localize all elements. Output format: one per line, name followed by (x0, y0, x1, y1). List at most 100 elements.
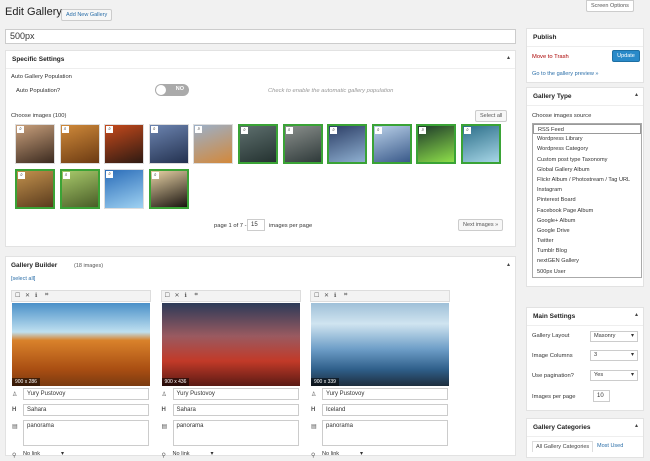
zoom-icon[interactable]: ⌕ (151, 172, 159, 179)
link-icon: ⚲ (12, 453, 17, 459)
layout-select[interactable]: Masonry (590, 331, 638, 342)
image-thumbnail[interactable]: ⌕ (59, 169, 100, 209)
collapse-icon[interactable]: ▴ (635, 422, 638, 429)
source-option[interactable]: Google+ Album (533, 216, 641, 226)
zoom-icon[interactable]: ⌕ (106, 171, 114, 178)
add-new-gallery-button[interactable]: Add New Gallery (61, 9, 113, 21)
gallery-title-input[interactable]: 500px (5, 29, 516, 44)
image-thumbnail[interactable]: ⌕ (148, 124, 189, 164)
auto-population-toggle[interactable]: NO (155, 84, 189, 96)
link-select[interactable]: No link (23, 450, 67, 461)
author-field[interactable]: Yury Pustovoy (23, 388, 149, 400)
crop-icon[interactable]: ⌗ (45, 292, 48, 299)
auto-population-hint: Check to enable the automatic gallery po… (268, 88, 394, 94)
description-field[interactable]: panorama (322, 420, 448, 446)
zoom-icon[interactable]: ⌕ (464, 127, 471, 134)
image-thumbnail[interactable]: ⌕ (59, 124, 100, 164)
source-option[interactable]: Instagram (533, 185, 641, 195)
zoom-icon[interactable]: ⌕ (17, 126, 24, 133)
image-thumbnail[interactable]: ⌕ (461, 124, 501, 164)
select-all-button[interactable]: Select all (475, 110, 508, 122)
images-source-dropdown[interactable]: RSS Feed Wordpress Library Wordpress Cate… (532, 123, 642, 278)
collapse-icon[interactable]: ▴ (507, 261, 510, 268)
move-to-trash-link[interactable]: Move to Trash (532, 54, 569, 60)
tab-most-used[interactable]: Most Used (597, 443, 623, 449)
image-thumbnail[interactable]: ⌕ (148, 169, 189, 209)
zoom-icon[interactable]: ⌕ (285, 127, 293, 134)
zoom-icon[interactable]: ⌕ (241, 127, 248, 134)
per-page-input[interactable]: 15 (247, 219, 265, 231)
zoom-icon[interactable]: ⌕ (106, 126, 114, 133)
title-field[interactable]: Iceland (322, 404, 448, 416)
delete-icon[interactable]: ✕ (324, 292, 329, 299)
image-thumbnail[interactable]: ⌕ (371, 124, 412, 164)
source-option[interactable]: Twitter (533, 236, 641, 246)
update-button[interactable]: Update (612, 50, 640, 62)
delete-icon[interactable]: ✕ (175, 292, 180, 299)
title-field[interactable]: Sahara (23, 404, 149, 416)
gallery-preview-link[interactable]: Go to the gallery preview » (532, 71, 599, 77)
zoom-icon[interactable]: ⌕ (330, 127, 338, 134)
link-select[interactable]: No link (173, 450, 217, 461)
source-option[interactable]: Custom post type Taxonomy (533, 155, 641, 165)
source-option[interactable]: Tumblr Blog (533, 246, 641, 256)
collapse-icon[interactable]: ▴ (635, 311, 638, 318)
zoom-icon[interactable]: ⌕ (61, 126, 69, 133)
pagination-select[interactable]: Yes (590, 370, 638, 381)
collapse-icon[interactable]: ▴ (635, 91, 638, 98)
info-icon[interactable]: ℹ (35, 292, 37, 299)
delete-icon[interactable]: ✕ (25, 292, 30, 299)
image-thumbnail[interactable]: ⌕ (15, 124, 55, 164)
author-field[interactable]: Yury Pustovoy (172, 388, 299, 400)
source-option[interactable]: Flickr Album / Photostream / Tag URL (533, 175, 641, 185)
zoom-icon[interactable]: ⌕ (18, 172, 25, 179)
source-option[interactable]: Global Gallery Album (533, 165, 641, 175)
image-thumbnail[interactable]: ⌕ (327, 124, 368, 164)
image-thumbnail[interactable]: ⌕ (104, 124, 145, 164)
collapse-icon[interactable]: ▴ (507, 54, 510, 61)
source-option[interactable]: Wordpress Category (533, 144, 641, 154)
link-select-value: No link (172, 451, 190, 457)
source-option[interactable]: nextGEN Gallery (533, 256, 641, 266)
checkbox-icon[interactable]: ☐ (15, 292, 20, 299)
specific-settings-title: Specific Settings (6, 51, 515, 69)
gallery-type-panel: Gallery Type ▴ Choose images source RSS … (526, 87, 644, 287)
image-thumbnail[interactable]: ⌕ (193, 124, 234, 164)
image-thumbnail[interactable]: ⌕ (416, 124, 457, 164)
source-option[interactable]: Google Drive (533, 226, 641, 236)
tab-all-categories[interactable]: All Gallery Categories (532, 441, 594, 452)
link-select[interactable]: No link (322, 450, 366, 461)
description-field[interactable]: panorama (23, 420, 149, 446)
crop-icon[interactable]: ⌗ (344, 292, 347, 299)
zoom-icon[interactable]: ⌕ (419, 127, 427, 134)
dropdown-selected[interactable]: RSS Feed (533, 124, 641, 135)
zoom-icon[interactable]: ⌕ (374, 127, 382, 134)
title-field[interactable]: Sahara (172, 404, 299, 416)
checkbox-icon[interactable]: ☐ (165, 292, 170, 299)
description-field[interactable]: panorama (172, 420, 299, 446)
screen-options-button[interactable]: Screen Options (586, 0, 634, 12)
author-field[interactable]: Yury Pustovoy (322, 388, 448, 400)
zoom-icon[interactable]: ⌕ (195, 126, 203, 133)
next-images-button[interactable]: Next images » (458, 219, 504, 231)
image-thumbnail[interactable]: ⌕ (104, 169, 145, 209)
image-thumbnail[interactable]: ⌕ (282, 124, 323, 164)
source-option[interactable]: Facebook Page Album (533, 206, 641, 216)
info-icon[interactable]: ℹ (334, 292, 336, 299)
checkbox-icon[interactable]: ☐ (314, 292, 319, 299)
description-icon: ▤ (161, 424, 168, 430)
source-option[interactable]: Wordpress Library (533, 134, 641, 144)
image-thumbnail[interactable]: ⌕ (238, 124, 278, 164)
image-dimensions: 900 x 286 (12, 378, 40, 386)
image-thumbnail[interactable]: ⌕ (15, 169, 55, 209)
source-option[interactable]: Pinterest Board (533, 195, 641, 205)
ipp-input[interactable]: 10 (593, 390, 610, 402)
crop-icon[interactable]: ⌗ (195, 292, 198, 299)
images-source-label: Choose images source (532, 113, 592, 119)
zoom-icon[interactable]: ⌕ (62, 172, 70, 179)
columns-select[interactable]: 3 (590, 350, 638, 361)
source-option[interactable]: 500px User (533, 267, 641, 277)
info-icon[interactable]: ℹ (185, 292, 187, 299)
zoom-icon[interactable]: ⌕ (150, 126, 158, 133)
select-all-link[interactable]: [select all] (11, 276, 35, 282)
